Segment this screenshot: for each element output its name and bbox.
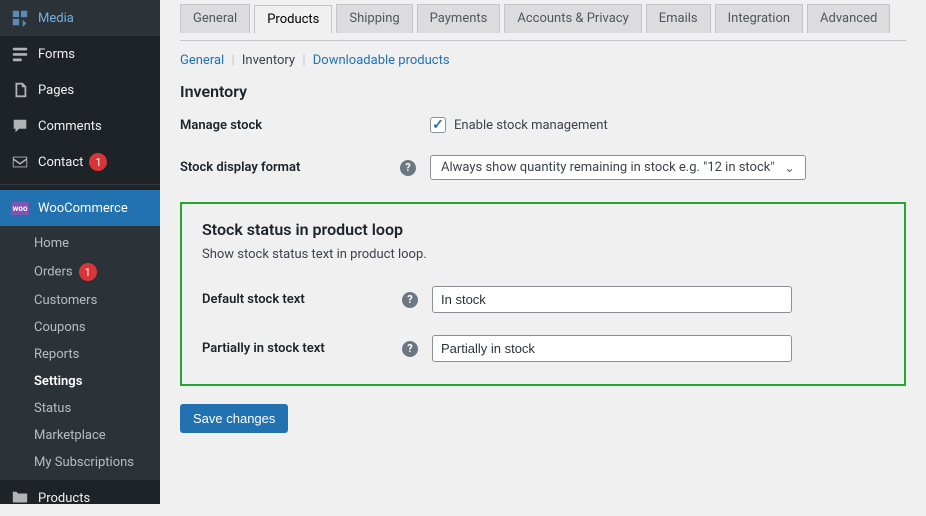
row-stock-display-format: Stock display format ? Always show quant… (180, 155, 906, 180)
tabs-border (180, 40, 906, 41)
tab-shipping[interactable]: Shipping (336, 4, 412, 33)
sidebar-item-woocommerce[interactable]: woo WooCommerce (0, 190, 160, 226)
submenu-item-reports[interactable]: Reports (0, 341, 160, 368)
products-icon (10, 488, 30, 508)
sidebar-separator (0, 180, 160, 185)
help-icon[interactable]: ? (402, 292, 418, 308)
envelope-icon (10, 152, 30, 172)
subnav-separator: | (302, 53, 305, 68)
products-subnav: General | Inventory | Downloadable produ… (180, 51, 906, 82)
select-value: Always show quantity remaining in stock … (441, 160, 775, 175)
enable-stock-label: Enable stock management (454, 118, 608, 133)
notification-badge: 1 (89, 153, 107, 171)
forms-icon (10, 44, 30, 64)
woocommerce-icon: woo (10, 198, 30, 218)
sidebar-item-label: Contact (38, 155, 83, 170)
subnav-downloadable[interactable]: Downloadable products (313, 53, 450, 68)
media-icon (10, 8, 30, 28)
sidebar-item-products[interactable]: Products (0, 480, 160, 516)
woocommerce-submenu: Home Orders1 Customers Coupons Reports S… (0, 226, 160, 480)
submenu-item-status[interactable]: Status (0, 395, 160, 422)
sidebar-item-comments[interactable]: Comments (0, 108, 160, 144)
submenu-item-my-subscriptions[interactable]: My Subscriptions (0, 449, 160, 476)
tab-products[interactable]: Products (254, 5, 332, 34)
sidebar-item-media[interactable]: Media (0, 0, 160, 36)
row-manage-stock: Manage stock Enable stock management (180, 117, 906, 133)
submenu-item-coupons[interactable]: Coupons (0, 314, 160, 341)
submenu-item-home[interactable]: Home (0, 230, 160, 257)
page-heading: Inventory (180, 82, 906, 101)
sidebar-item-pages[interactable]: Pages (0, 72, 160, 108)
stock-display-select[interactable]: Always show quantity remaining in stock … (430, 155, 806, 180)
section-title: Stock status in product loop (202, 220, 884, 239)
row-default-stock-text: Default stock text ? (202, 286, 884, 313)
chevron-down-icon: ⌄ (785, 161, 795, 175)
subnav-separator: | (231, 53, 234, 68)
section-stock-status-loop: Stock status in product loop Show stock … (180, 202, 906, 386)
help-icon[interactable]: ? (402, 341, 418, 357)
tab-accounts-privacy[interactable]: Accounts & Privacy (504, 4, 641, 33)
tab-integration[interactable]: Integration (715, 4, 803, 33)
tab-advanced[interactable]: Advanced (807, 4, 890, 33)
main-content: General Products Shipping Payments Accou… (160, 0, 926, 504)
stock-display-label: Stock display format (180, 160, 400, 175)
subnav-general[interactable]: General (180, 53, 224, 68)
help-icon[interactable]: ? (400, 160, 416, 176)
sidebar-item-contact[interactable]: Contact 1 (0, 144, 160, 180)
row-partial-stock-text: Partially in stock text ? (202, 335, 884, 362)
sidebar-item-forms[interactable]: Forms (0, 36, 160, 72)
submenu-item-settings[interactable]: Settings (0, 368, 160, 395)
enable-stock-checkbox[interactable] (430, 117, 446, 133)
notification-badge: 1 (79, 263, 97, 281)
tab-general[interactable]: General (180, 4, 250, 33)
sidebar-item-label: Products (38, 491, 90, 506)
section-description: Show stock status text in product loop. (202, 247, 884, 262)
pages-icon (10, 80, 30, 100)
sidebar-item-label: Pages (38, 83, 74, 98)
comments-icon (10, 116, 30, 136)
sidebar-item-label: Media (38, 11, 74, 26)
partial-stock-label: Partially in stock text (202, 341, 402, 356)
sidebar-item-label: Forms (38, 47, 75, 62)
submenu-item-orders[interactable]: Orders1 (0, 257, 160, 287)
partial-stock-input[interactable] (432, 335, 792, 362)
manage-stock-label: Manage stock (180, 118, 400, 133)
save-changes-button[interactable]: Save changes (180, 404, 288, 433)
default-stock-input[interactable] (432, 286, 792, 313)
sidebar-item-label: WooCommerce (38, 201, 128, 216)
enable-stock-checkbox-wrap[interactable]: Enable stock management (430, 117, 608, 133)
tab-payments[interactable]: Payments (417, 4, 501, 33)
subnav-inventory: Inventory (242, 53, 295, 68)
tab-emails[interactable]: Emails (646, 4, 711, 33)
admin-sidebar: Media Forms Pages Comments Contact 1 (0, 0, 160, 504)
default-stock-label: Default stock text (202, 292, 402, 307)
settings-tabs: General Products Shipping Payments Accou… (180, 4, 906, 33)
submenu-item-marketplace[interactable]: Marketplace (0, 422, 160, 449)
sidebar-item-label: Comments (38, 119, 102, 134)
submenu-item-customers[interactable]: Customers (0, 287, 160, 314)
